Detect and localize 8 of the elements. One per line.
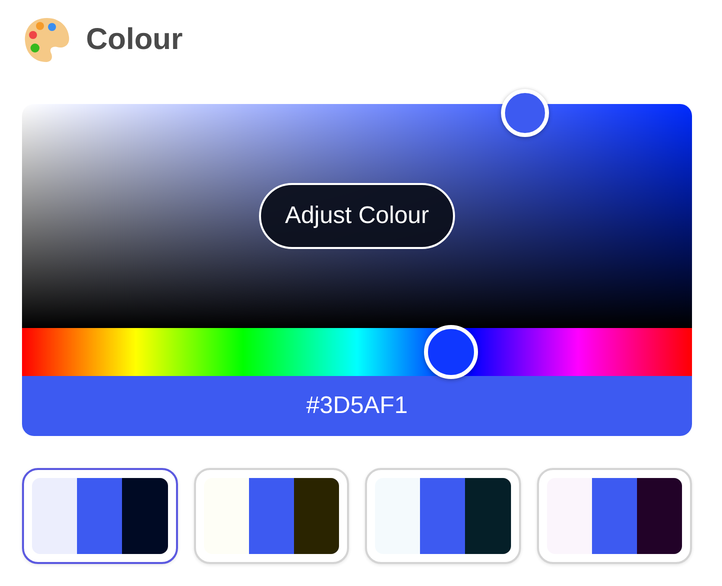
palette-swatch[interactable]: [22, 468, 178, 564]
hex-value: #3D5AF1: [22, 376, 692, 436]
saturation-brightness-area[interactable]: Adjust Colour: [22, 104, 692, 328]
hue-handle[interactable]: [424, 325, 478, 379]
tooltip: Adjust Colour: [258, 183, 456, 249]
hue-slider[interactable]: [22, 328, 692, 376]
section-title: Colour: [86, 23, 183, 57]
palette-icon: [22, 15, 72, 65]
